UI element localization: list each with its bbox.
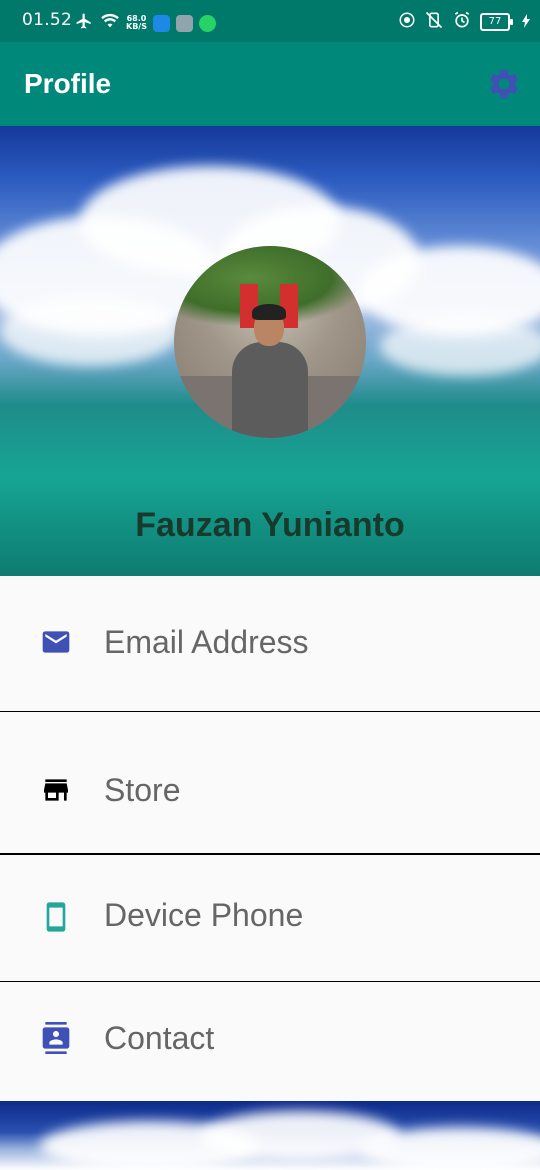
status-bar: 01.52 68.0 KB/S 77 <box>0 0 540 42</box>
menu-item-label: Contact <box>104 1020 215 1056</box>
cloud <box>0 296 180 366</box>
airplane-icon <box>74 12 94 34</box>
avatar-person-body <box>232 342 308 438</box>
page-title: Profile <box>24 68 112 99</box>
net-speed: 68.0 KB/S <box>126 15 147 31</box>
avatar[interactable] <box>174 246 366 438</box>
avatar-person-hair <box>252 304 286 320</box>
status-left-icons: 68.0 KB/S <box>74 12 216 34</box>
record-icon <box>398 11 416 33</box>
whatsapp-icon <box>198 14 216 32</box>
charging-icon <box>522 13 530 32</box>
maps-app-icon <box>152 14 170 32</box>
menu-item-device-phone[interactable]: Device Phone <box>0 855 540 981</box>
menu-item-label: Device Phone <box>104 897 304 933</box>
menu-item-store[interactable]: Store <box>0 712 540 853</box>
profile-header-background: Fauzan Yunianto <box>0 126 540 576</box>
gallery-app-icon <box>175 14 193 32</box>
menu-item-contact[interactable]: Contact <box>0 982 540 1101</box>
alarm-icon <box>452 10 472 34</box>
contact-icon <box>40 1022 72 1054</box>
vibrate-off-icon <box>424 10 444 34</box>
phone-icon <box>40 901 72 933</box>
store-icon <box>40 774 72 806</box>
wifi-icon <box>100 13 120 33</box>
status-right-icons: 77 <box>398 10 530 34</box>
gear-icon <box>489 69 519 99</box>
profile-name: Fauzan Yunianto <box>135 506 405 544</box>
email-icon <box>40 626 72 658</box>
cloud <box>380 316 540 376</box>
battery-icon: 77 <box>480 13 513 31</box>
net-speed-unit: KB/S <box>126 22 147 31</box>
settings-button[interactable] <box>486 66 522 102</box>
menu-item-label: Store <box>104 772 181 808</box>
menu-item-email[interactable]: Email Address <box>0 576 540 711</box>
footer-background-image <box>0 1101 540 1170</box>
app-bar: Profile <box>0 42 540 126</box>
status-time: 01.52 <box>22 10 73 30</box>
cloud <box>360 1127 540 1170</box>
menu-item-label: Email Address <box>104 624 309 660</box>
